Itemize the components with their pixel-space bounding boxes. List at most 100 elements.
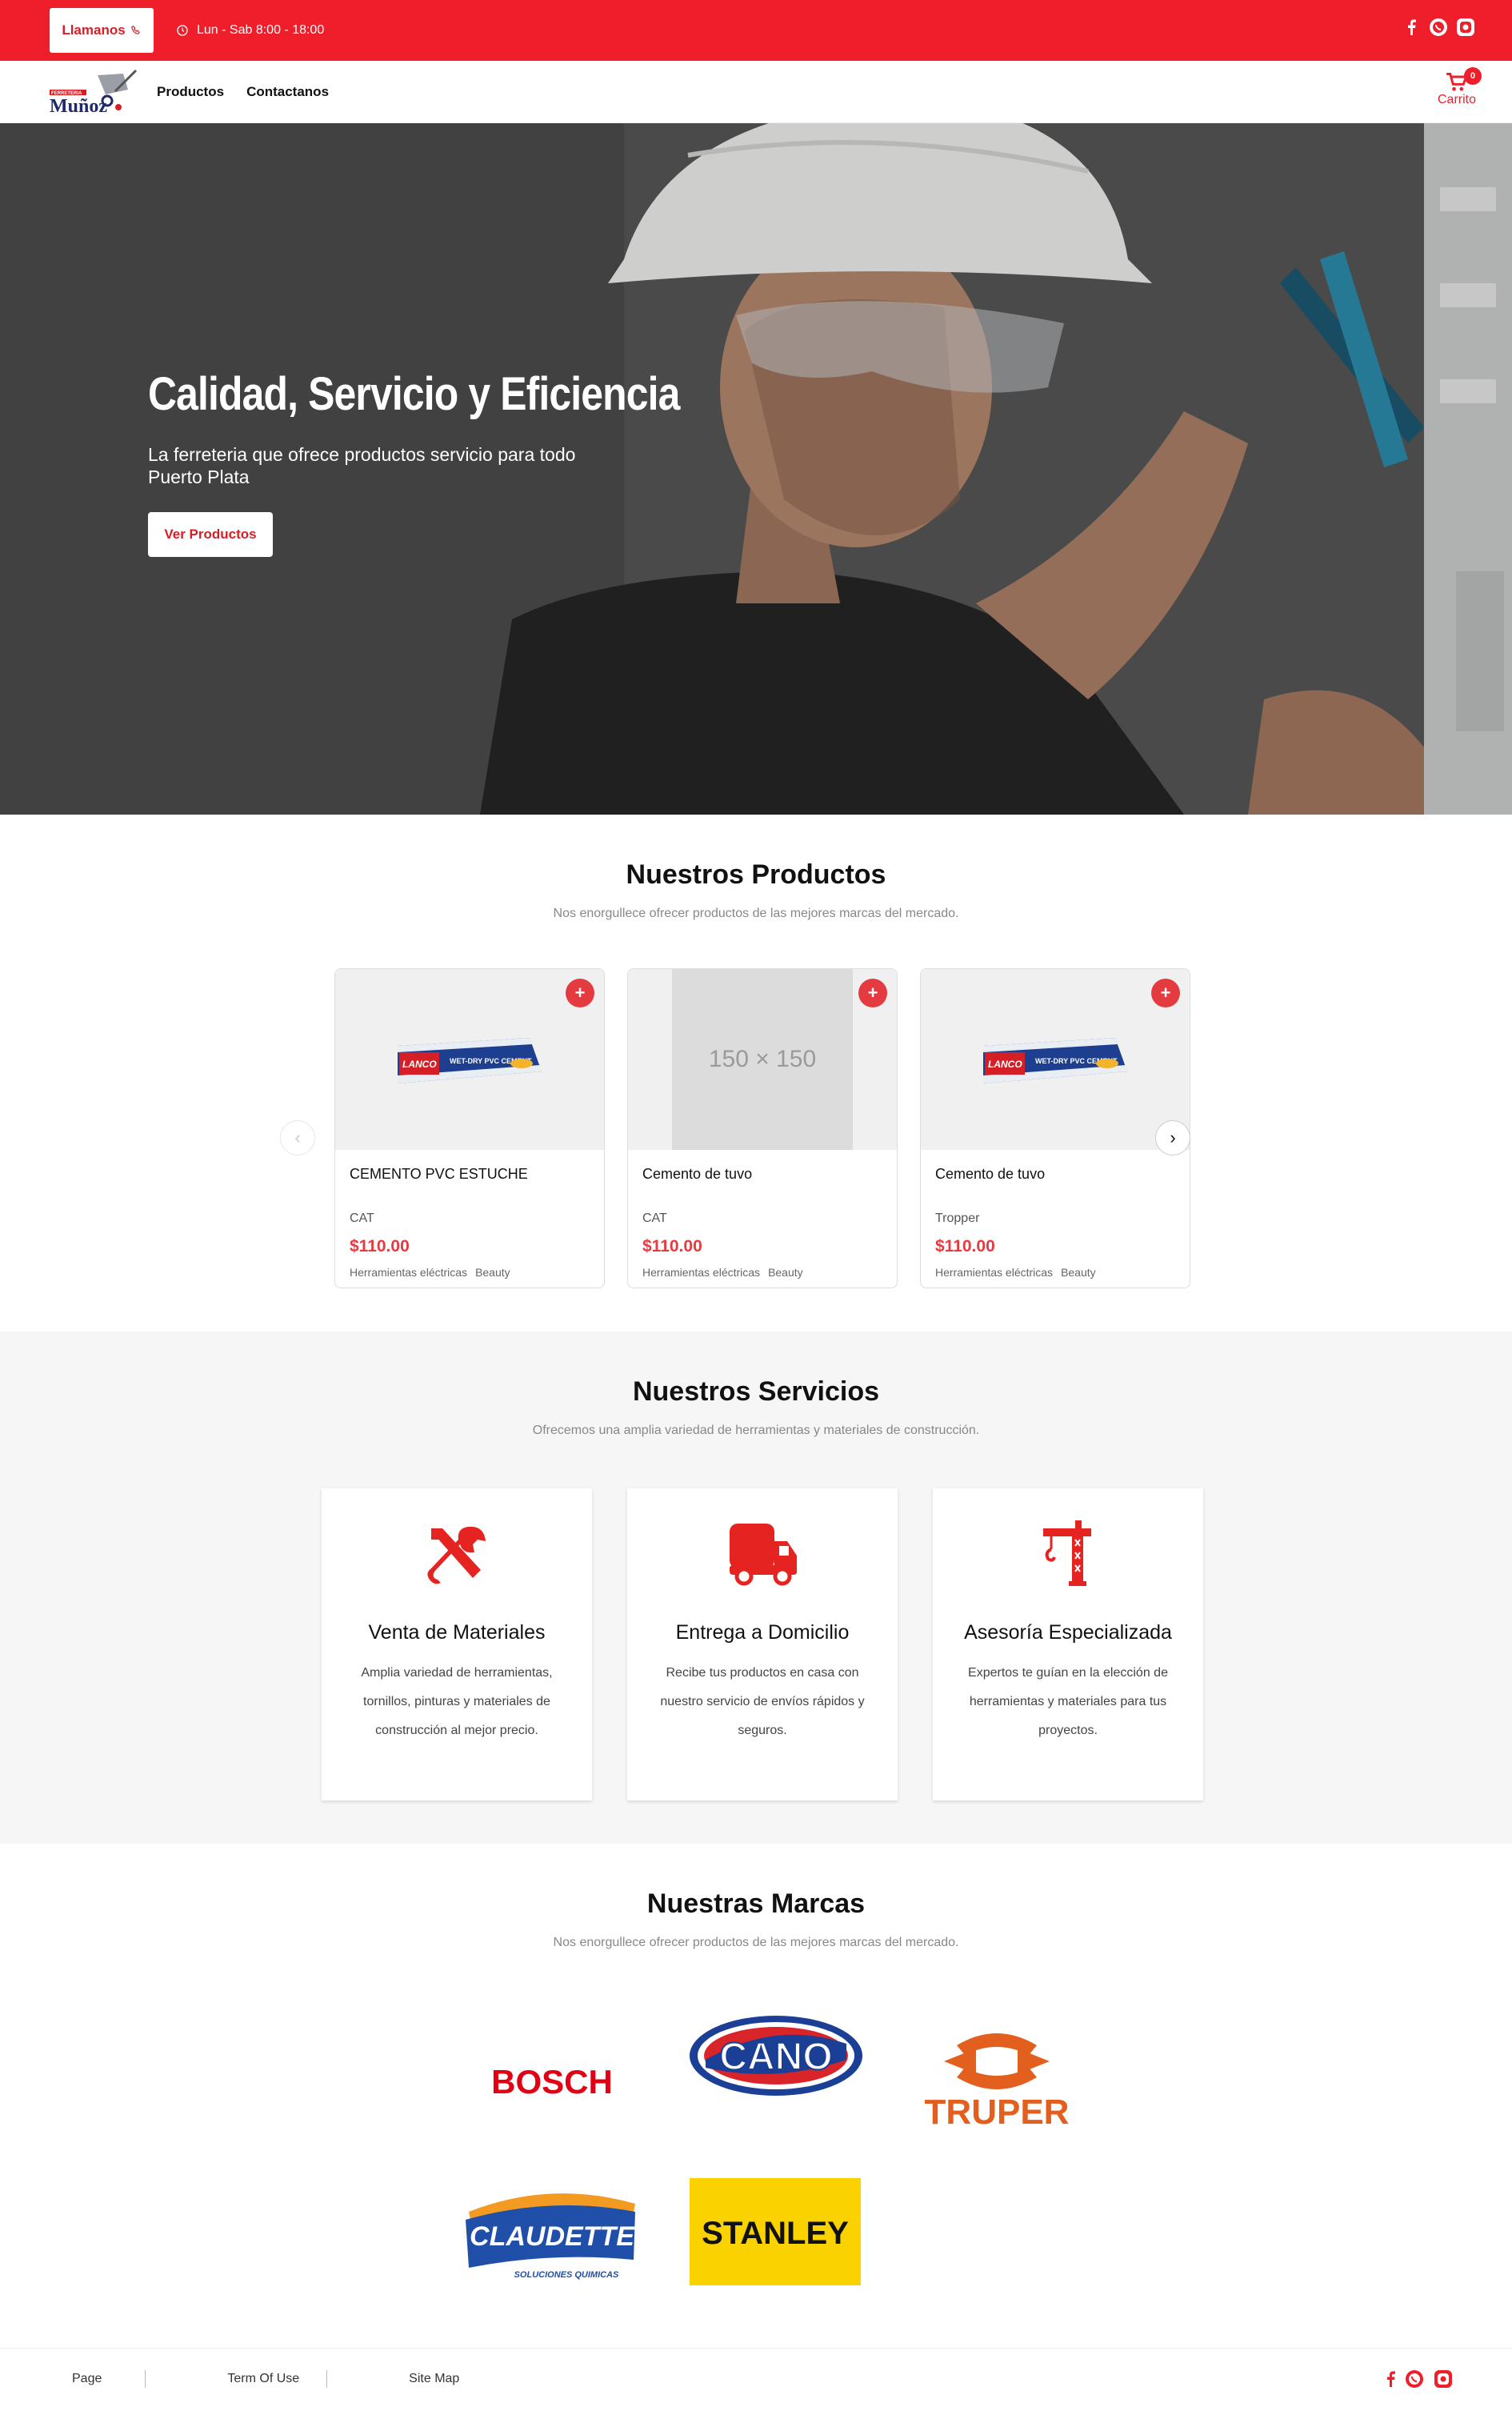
service-text: Amplia variedad de herramientas, tornill… <box>361 1666 553 1737</box>
footer-divider <box>326 2370 328 2388</box>
clock-icon <box>177 25 188 36</box>
nav-links: Productos Contactanos <box>157 84 329 100</box>
product-image: LANCO WET-DRY PVC CEMENT + <box>335 969 604 1150</box>
product-card[interactable]: LANCO WET-DRY PVC CEMENT + Cemento de tu… <box>920 968 1190 1288</box>
business-hours: Lun - Sab 8:00 - 18:00 <box>176 23 324 38</box>
product-card[interactable]: 150 × 150 + Cemento de tuvo CAT $110.00 … <box>627 968 898 1288</box>
lanco-tube-image: LANCO WET-DRY PVC CEMENT <box>398 1038 542 1083</box>
add-to-cart-button[interactable]: + <box>1151 979 1180 1007</box>
facebook-icon[interactable] <box>1402 18 1421 37</box>
cart-button[interactable]: Carrito 0 <box>1429 67 1485 114</box>
bosch-logo: BOSCH <box>480 2042 624 2122</box>
logo-main-text: Muñoz <box>50 96 107 117</box>
facebook-icon[interactable] <box>1386 2370 1395 2388</box>
brands-title: Nuestras Marcas <box>646 1888 866 1919</box>
service-title: Venta de Materiales <box>368 1621 546 1644</box>
product-tags: Herramientas eléctricas Beauty <box>350 1266 604 1279</box>
nav-link-contactanos[interactable]: Contactanos <box>246 84 329 100</box>
services-section: Nuestros Servicios Ofrecemos una amplia … <box>0 1332 1512 1844</box>
bosch-text: BOSCH <box>491 2063 613 2101</box>
stanley-logo: STANLEY <box>690 2178 861 2285</box>
call-button[interactable]: Llamanos <box>50 8 154 53</box>
top-bar: Llamanos Lun - Sab 8:00 - 18:00 <box>0 0 1512 61</box>
lanco-logo-text: LANCO <box>988 1059 1022 1070</box>
tools-icon <box>417 1514 497 1594</box>
truck-icon <box>722 1514 802 1594</box>
claudette-text: CLAUDETTE <box>470 2221 635 2252</box>
stanley-text: STANLEY <box>702 2216 849 2251</box>
service-title: Asesoría Especializada <box>964 1621 1172 1644</box>
footer-social-links <box>1386 2369 1453 2389</box>
product-brand: Tropper <box>935 1211 980 1225</box>
nav-link-productos[interactable]: Productos <box>157 84 224 100</box>
service-card: Venta de Materiales Amplia variedad de h… <box>322 1488 592 1800</box>
call-label: Llamanos <box>62 22 126 38</box>
product-brand: CAT <box>350 1211 374 1225</box>
instagram-icon[interactable] <box>1434 2369 1453 2389</box>
add-to-cart-button[interactable]: + <box>566 979 594 1007</box>
truper-logo: TRUPER <box>909 2021 1093 2133</box>
truper-text: TRUPER <box>925 2093 1070 2132</box>
carousel-next-button[interactable]: › <box>1155 1120 1190 1155</box>
product-name: Cemento de tuvo <box>935 1166 1046 1182</box>
products-section: Nuestros Productos Nos enorgullece ofrec… <box>0 815 1512 1332</box>
product-tag: Herramientas eléctricas <box>935 1266 1054 1279</box>
product-tag: Beauty <box>1061 1266 1096 1279</box>
claudette-logo: CLAUDETTE SOLUCIONES QUIMICAS <box>462 2180 642 2284</box>
cart-count-badge: 0 <box>1464 67 1482 85</box>
product-image: 150 × 150 + <box>628 969 897 1150</box>
footer: Page Term Of Use Site Map <box>0 2348 1512 2409</box>
product-card[interactable]: LANCO WET-DRY PVC CEMENT + CEMENTO PVC E… <box>334 968 605 1288</box>
product-tag: Beauty <box>768 1266 803 1279</box>
view-products-button[interactable]: Ver Productos <box>148 512 273 557</box>
product-image: LANCO WET-DRY PVC CEMENT + <box>921 969 1190 1150</box>
products-carousel: ‹ LANCO WET-DRY PVC CEMENT + CEMENTO PVC… <box>280 968 1190 1288</box>
product-name: CEMENTO PVC ESTUCHE <box>350 1166 528 1182</box>
brands-section: Nuestras Marcas Nos enorgullece ofrecer … <box>0 1844 1512 2348</box>
placeholder-image: 150 × 150 <box>672 969 853 1150</box>
services-subtitle: Ofrecemos una amplia variedad de herrami… <box>532 1424 980 1437</box>
top-social-links <box>1402 18 1475 37</box>
product-tag: Herramientas eléctricas <box>350 1266 468 1279</box>
phone-icon <box>130 25 140 34</box>
lanco-tube-image: LANCO WET-DRY PVC CEMENT <box>983 1038 1127 1083</box>
hero-banner: Calidad, Servicio y Eficiencia La ferret… <box>0 123 1512 815</box>
service-card: Asesoría Especializada Expertos te guían… <box>933 1488 1203 1800</box>
cano-logo: CANO <box>688 2012 864 2100</box>
product-brand: CAT <box>642 1211 667 1225</box>
whatsapp-icon[interactable] <box>1429 18 1448 37</box>
service-title: Entrega a Domicilio <box>675 1621 850 1644</box>
instagram-icon[interactable] <box>1456 18 1475 37</box>
service-text: Expertos te guían en la elección de herr… <box>968 1666 1168 1737</box>
carousel-prev-button[interactable]: ‹ <box>280 1120 315 1155</box>
add-to-cart-button[interactable]: + <box>858 979 887 1007</box>
main-nav: FERRETERIA Muñoz Productos Contactanos C… <box>0 61 1512 123</box>
footer-link-sitemap[interactable]: Site Map <box>409 2372 459 2386</box>
products-subtitle: Nos enorgullece ofrecer productos de las… <box>553 907 959 920</box>
service-text: Recibe tus productos en casa con nuestro… <box>660 1666 865 1737</box>
whatsapp-icon[interactable] <box>1405 2369 1424 2389</box>
claudette-tagline: SOLUCIONES QUIMICAS <box>514 2270 619 2280</box>
cart-label: Carrito <box>1437 93 1476 106</box>
hero-title: Calidad, Servicio y Eficiencia <box>148 368 680 420</box>
products-title: Nuestros Productos <box>626 859 886 890</box>
footer-link-terms[interactable]: Term Of Use <box>227 2372 299 2386</box>
footer-link-page[interactable]: Page <box>72 2372 102 2386</box>
lanco-logo-text: LANCO <box>402 1059 437 1070</box>
product-name: Cemento de tuvo <box>642 1166 753 1182</box>
crane-icon <box>1028 1514 1108 1594</box>
product-tag: Herramientas eléctricas <box>642 1266 761 1279</box>
product-price: $110.00 <box>642 1237 702 1256</box>
brands-subtitle: Nos enorgullece ofrecer productos de las… <box>553 1936 959 1949</box>
product-tags: Herramientas eléctricas Beauty <box>642 1266 897 1279</box>
product-tags: Herramientas eléctricas Beauty <box>935 1266 1190 1279</box>
ferreteria-munoz-logo[interactable]: FERRETERIA Muñoz <box>50 67 138 117</box>
footer-divider <box>145 2370 146 2388</box>
product-price: $110.00 <box>935 1237 995 1256</box>
hero-subtitle: La ferreteria que ofrece productos servi… <box>148 444 576 487</box>
cano-text: CANO <box>719 2036 832 2078</box>
product-tag: Beauty <box>475 1266 510 1279</box>
hero-content: Calidad, Servicio y Eficiencia La ferret… <box>148 367 708 557</box>
hours-text: Lun - Sab 8:00 - 18:00 <box>197 23 325 37</box>
services-title: Nuestros Servicios <box>632 1376 880 1407</box>
